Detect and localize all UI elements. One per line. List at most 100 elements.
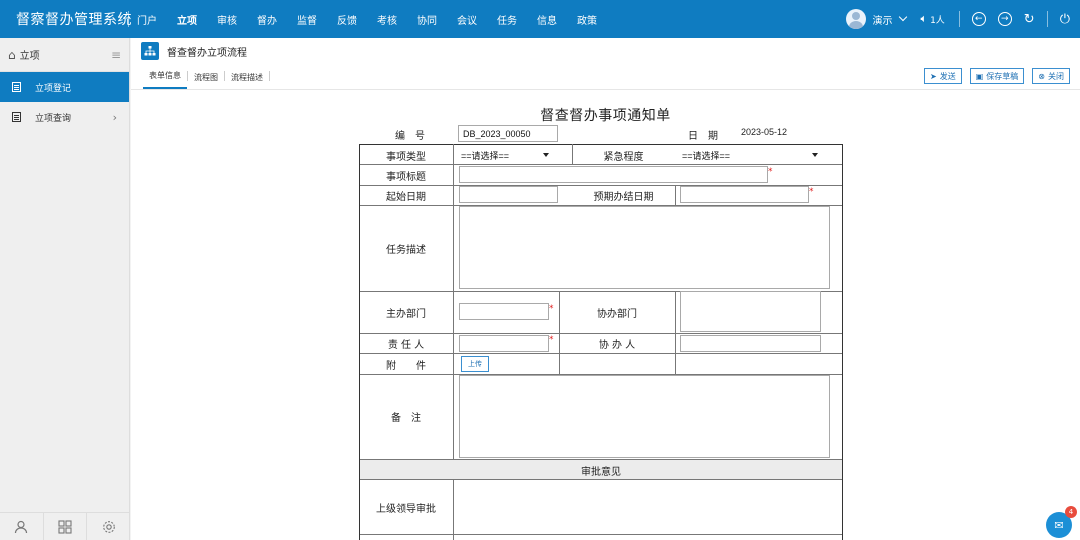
nav-duban[interactable]: 督办 — [257, 12, 277, 27]
type-select-value: ==请选择== — [461, 150, 510, 161]
send-label: 发送 — [939, 71, 956, 81]
required-mark: * — [809, 187, 814, 197]
col-divider — [453, 144, 454, 459]
top-right-tools: 演示 🔈︎ 1人 ← → ↻ ⏻ — [846, 0, 1080, 38]
number-input[interactable]: DB_2023_00050 — [458, 125, 558, 142]
back-icon[interactable]: ← — [971, 12, 986, 26]
tab-flow-desc[interactable]: 流程描述 — [225, 72, 269, 89]
col-divider — [675, 185, 676, 205]
main-panel: 督查督办立项流程 表单信息 流程图 流程描述 ➤ 发送 ▣ 保存草稿 ⊗ 关闭 督查督… — [131, 38, 1080, 540]
send-button[interactable]: ➤ 发送 — [924, 68, 962, 84]
leader-approval-label: 上级领导审批 — [376, 504, 436, 515]
chevron-right-icon: › — [112, 110, 117, 124]
start-date-label: 起始日期 — [386, 192, 426, 203]
tab-flow-chart[interactable]: 流程图 — [188, 72, 224, 89]
date-label: 日 期 — [688, 131, 718, 142]
nav-lixiang[interactable]: 立项 — [177, 12, 197, 27]
forward-icon[interactable]: → — [997, 12, 1012, 26]
tab-bar: 表单信息 流程图 流程描述 ➤ 发送 ▣ 保存草稿 ⊗ 关闭 — [131, 64, 1080, 90]
send-icon: ➤ — [930, 71, 937, 81]
form-title: 督查督办事项通知单 — [540, 108, 671, 124]
nav-fankui[interactable]: 反馈 — [337, 12, 357, 27]
due-date-input[interactable] — [680, 186, 809, 203]
sidebar-footer — [0, 512, 130, 540]
type-select[interactable]: ==请选择== — [457, 147, 553, 163]
remark-label: 备 注 — [391, 413, 421, 424]
remark-textarea[interactable] — [459, 375, 830, 458]
row-divider — [359, 353, 843, 354]
urgency-select[interactable]: ==请选择== — [678, 147, 822, 163]
close-button[interactable]: ⊗ 关闭 — [1032, 68, 1070, 84]
main-nav: 门户 立项 审核 督办 监督 反馈 考核 协同 会议 任务 信息 政策 — [137, 0, 617, 38]
required-mark: * — [549, 335, 554, 345]
power-icon[interactable]: ⏻ — [1060, 13, 1070, 26]
document-icon — [12, 82, 21, 92]
nav-huiyi[interactable]: 会议 — [457, 12, 477, 27]
date-value: 2023-05-12 — [740, 127, 788, 137]
co-person-input[interactable] — [680, 335, 821, 352]
urgency-select-value: ==请选择== — [682, 150, 731, 161]
user-icon[interactable] — [0, 513, 44, 540]
number-label: 编 号 — [395, 131, 425, 142]
nav-shenhe[interactable]: 审核 — [217, 12, 237, 27]
top-bar: 督察督办管理系统 门户 立项 审核 督办 监督 反馈 考核 协同 会议 任务 信… — [0, 0, 1080, 38]
co-dept-textarea[interactable] — [680, 291, 821, 332]
row-divider — [359, 534, 843, 535]
sidebar: ⌂ 立项 ≡ 立项登记 立项查询 › — [0, 38, 130, 540]
row-divider — [359, 479, 843, 480]
dropdown-icon — [543, 153, 549, 157]
nav-portal[interactable]: 门户 — [137, 12, 157, 27]
sidebar-item-query[interactable]: 立项查询 › — [0, 102, 129, 132]
gear-icon[interactable] — [87, 513, 130, 540]
online-count: 1人 — [930, 15, 945, 26]
apps-icon[interactable] — [44, 513, 88, 540]
sidebar-item-label: 立项登记 — [35, 83, 72, 94]
nav-xinxi[interactable]: 信息 — [537, 12, 557, 27]
sidebar-header: ⌂ 立项 ≡ — [0, 38, 129, 72]
required-mark: * — [768, 167, 773, 177]
subject-input[interactable] — [459, 166, 768, 183]
save-icon: ▣ — [975, 71, 984, 81]
speaker-icon[interactable]: 🔈︎ — [920, 12, 927, 26]
nav-xietong[interactable]: 协同 — [417, 12, 437, 27]
col-divider — [675, 291, 676, 374]
save-draft-button[interactable]: ▣ 保存草稿 — [969, 68, 1025, 84]
nav-jiandu[interactable]: 监督 — [297, 12, 317, 27]
home-icon: ⌂ — [8, 47, 16, 62]
notification-button[interactable]: ✉ 4 — [1046, 506, 1077, 538]
required-mark: * — [549, 304, 554, 314]
refresh-icon[interactable]: ↻ — [1024, 13, 1035, 26]
sidebar-item-label: 立项查询 — [35, 113, 72, 124]
avatar[interactable] — [846, 9, 867, 29]
page-title: 督查督办立项流程 — [167, 47, 247, 59]
sidebar-title: 立项 — [19, 51, 40, 62]
tab-divider — [269, 71, 270, 81]
upload-button[interactable]: 上传 — [461, 356, 489, 372]
col-divider — [453, 479, 454, 540]
urgency-label: 紧急程度 — [603, 152, 644, 163]
close-icon: ⊗ — [1038, 71, 1045, 81]
owner-input[interactable] — [459, 335, 549, 352]
nav-kaohe[interactable]: 考核 — [377, 12, 397, 27]
flow-icon — [141, 42, 159, 60]
owner-label: 责 任 人 — [387, 340, 425, 351]
due-date-label: 预期办结日期 — [593, 192, 654, 203]
tab-form-info[interactable]: 表单信息 — [143, 70, 187, 89]
sidebar-item-register[interactable]: 立项登记 — [0, 72, 129, 102]
table-border — [359, 144, 843, 145]
divider — [1046, 11, 1048, 27]
row-divider — [359, 164, 843, 165]
description-textarea[interactable] — [459, 206, 830, 289]
menu-icon[interactable]: ≡ — [111, 48, 121, 62]
close-label: 关闭 — [1048, 71, 1064, 81]
start-date-input[interactable] — [459, 186, 558, 203]
type-label: 事项类型 — [386, 152, 426, 163]
host-dept-input[interactable] — [459, 303, 549, 320]
chevron-down-icon[interactable] — [899, 12, 908, 22]
nav-renwu[interactable]: 任务 — [497, 12, 517, 27]
description-label: 任务描述 — [386, 245, 426, 256]
nav-zhengce[interactable]: 政策 — [577, 12, 597, 27]
user-name[interactable]: 演示 — [872, 12, 892, 27]
row-divider — [359, 333, 843, 334]
table-border — [842, 144, 843, 540]
